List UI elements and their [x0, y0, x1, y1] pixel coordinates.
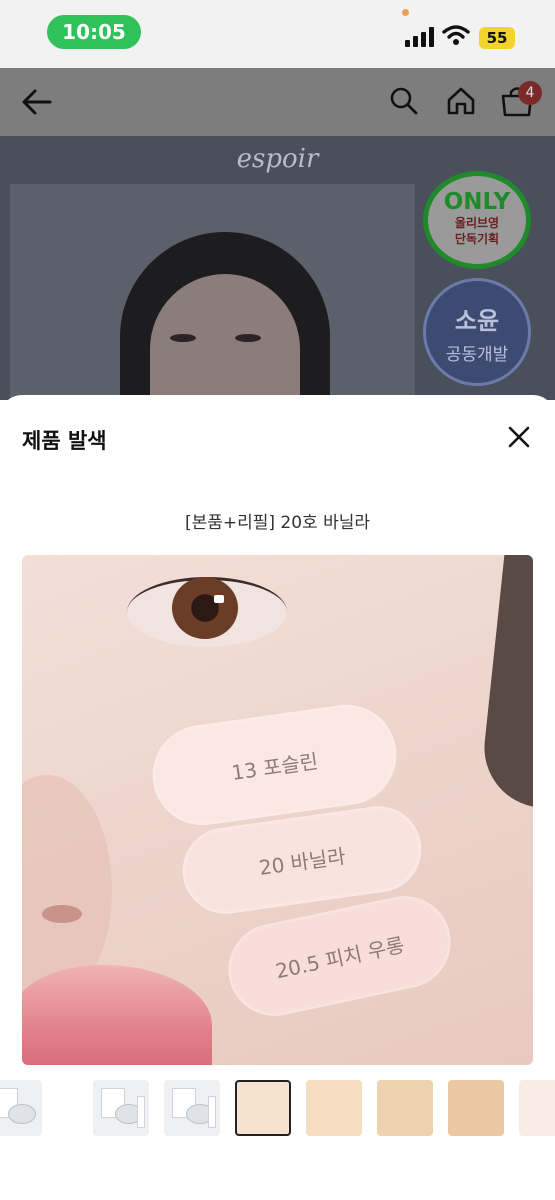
thumbnail-item[interactable] — [0, 1080, 42, 1136]
sheet-title: 제품 발색 — [22, 429, 107, 453]
olive-young-only-badge: ONLY 올리브영 단독기획 — [423, 171, 531, 269]
cart-count-badge: 4 — [518, 81, 542, 105]
brand-logo: espoir — [236, 144, 319, 174]
collab-badge: 소윤 공동개발 — [423, 278, 531, 386]
page: 10:05 55 4 espoir ONLY 올리브영 단독기획 소윤 공동개발… — [0, 0, 555, 1200]
thumbnail-strip — [0, 1080, 555, 1138]
selected-option-label: [본품+리필] 20호 바닐라 — [184, 513, 371, 533]
cellular-signal-icon — [405, 27, 434, 47]
product-banner: espoir ONLY 올리브영 단독기획 소윤 공동개발 — [0, 136, 555, 400]
thumbnail-item[interactable] — [164, 1080, 220, 1136]
thumbnail-item[interactable] — [448, 1080, 504, 1136]
arrow-left-icon[interactable] — [20, 86, 54, 118]
battery-indicator: 55 — [479, 27, 515, 49]
wifi-icon — [442, 25, 470, 45]
swatch-photo: 13 포슬린 20 바닐라 20.5 피치 우롱 — [22, 555, 533, 1065]
privacy-indicator-icon — [402, 9, 409, 16]
model-photo — [10, 184, 415, 400]
app-header: 4 — [0, 68, 555, 136]
status-bar: 10:05 55 — [0, 0, 555, 68]
thumbnail-item[interactable] — [306, 1080, 362, 1136]
search-icon[interactable] — [389, 86, 419, 116]
status-time: 10:05 — [47, 15, 141, 49]
thumbnail-item[interactable] — [93, 1080, 149, 1136]
thumbnail-item[interactable] — [377, 1080, 433, 1136]
thumbnail-item[interactable] — [519, 1080, 555, 1136]
close-icon[interactable] — [505, 423, 533, 451]
thumbnail-item-selected[interactable] — [235, 1080, 291, 1136]
home-icon[interactable] — [445, 85, 477, 117]
color-swatch-sheet: 제품 발색 [본품+리필] 20호 바닐라 13 포슬린 20 바닐라 20.5… — [0, 395, 555, 1200]
